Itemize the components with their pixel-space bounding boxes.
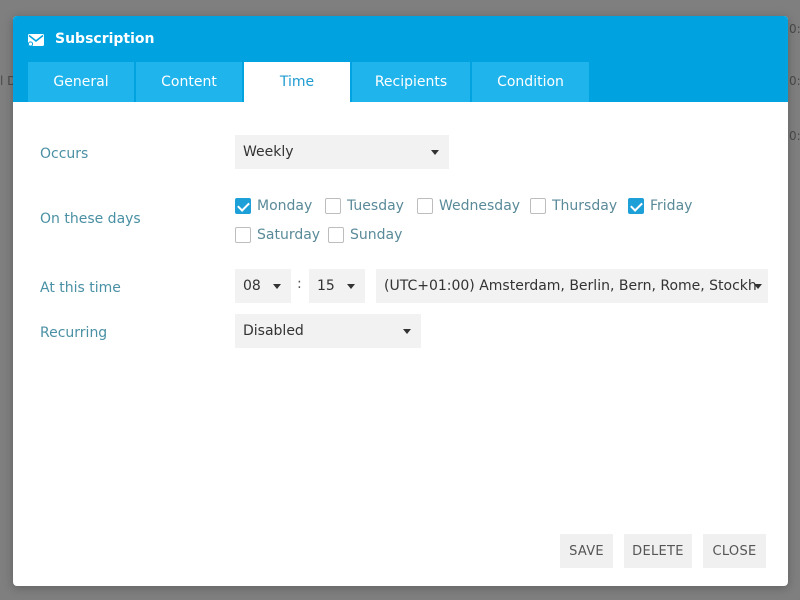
day-saturday[interactable]: Saturday [235, 227, 320, 243]
day-label: Saturday [257, 227, 321, 243]
checkbox[interactable] [325, 198, 341, 214]
tab-content[interactable]: Content [136, 62, 242, 102]
tab-general[interactable]: General [28, 62, 134, 102]
background-text-fragment: 0:1 [789, 22, 800, 36]
chevron-down-icon [347, 284, 355, 289]
day-label: Thursday [552, 198, 618, 214]
hour-select[interactable]: 08 [235, 269, 291, 303]
dialog-title: Subscription [55, 31, 155, 47]
checkbox[interactable] [235, 227, 251, 243]
days-label: On these days [40, 211, 141, 227]
occurs-value: Weekly [243, 144, 294, 160]
day-monday[interactable]: Monday [235, 198, 312, 214]
dialog-header: Subscription General Content Time Recipi… [13, 16, 788, 102]
recurring-select[interactable]: Disabled [235, 314, 421, 348]
chevron-down-icon [754, 284, 762, 289]
background-text-fragment: 0:2 [789, 74, 800, 88]
delete-button[interactable]: DELETE [624, 534, 692, 568]
chevron-down-icon [403, 329, 411, 334]
time-separator: : [297, 276, 302, 292]
day-label: Wednesday [439, 198, 521, 214]
day-label: Friday [650, 198, 693, 214]
day-sunday[interactable]: Sunday [328, 227, 402, 243]
tab-recipients[interactable]: Recipients [352, 62, 470, 102]
day-label: Sunday [350, 227, 403, 243]
day-thursday[interactable]: Thursday [530, 198, 617, 214]
occurs-select[interactable]: Weekly [235, 135, 449, 169]
checkbox[interactable] [530, 198, 546, 214]
day-tuesday[interactable]: Tuesday [325, 198, 404, 214]
minute-value: 15 [317, 278, 335, 294]
tab-condition[interactable]: Condition [472, 62, 589, 102]
envelope-icon [27, 34, 44, 47]
day-wednesday[interactable]: Wednesday [417, 198, 520, 214]
checkbox[interactable] [417, 198, 433, 214]
background-text-fragment: 0:3 [789, 129, 800, 143]
checkbox[interactable] [328, 227, 344, 243]
occurs-label: Occurs [40, 146, 89, 162]
chevron-down-icon [431, 150, 439, 155]
save-button[interactable]: SAVE [560, 534, 613, 568]
day-label: Tuesday [347, 198, 404, 214]
timezone-select[interactable]: (UTC+01:00) Amsterdam, Berlin, Bern, Rom… [376, 269, 768, 303]
minute-select[interactable]: 15 [309, 269, 365, 303]
hour-value: 08 [243, 278, 261, 294]
subscription-dialog: Subscription General Content Time Recipi… [13, 16, 788, 586]
time-label: At this time [40, 280, 121, 296]
close-button[interactable]: CLOSE [703, 534, 766, 568]
checkbox[interactable] [235, 198, 251, 214]
day-friday[interactable]: Friday [628, 198, 692, 214]
recurring-value: Disabled [243, 323, 304, 339]
recurring-label: Recurring [40, 325, 108, 341]
checkbox[interactable] [628, 198, 644, 214]
timezone-value: (UTC+01:00) Amsterdam, Berlin, Bern, Rom… [384, 278, 758, 294]
day-label: Monday [257, 198, 313, 214]
tab-time[interactable]: Time [244, 62, 350, 102]
chevron-down-icon [273, 284, 281, 289]
